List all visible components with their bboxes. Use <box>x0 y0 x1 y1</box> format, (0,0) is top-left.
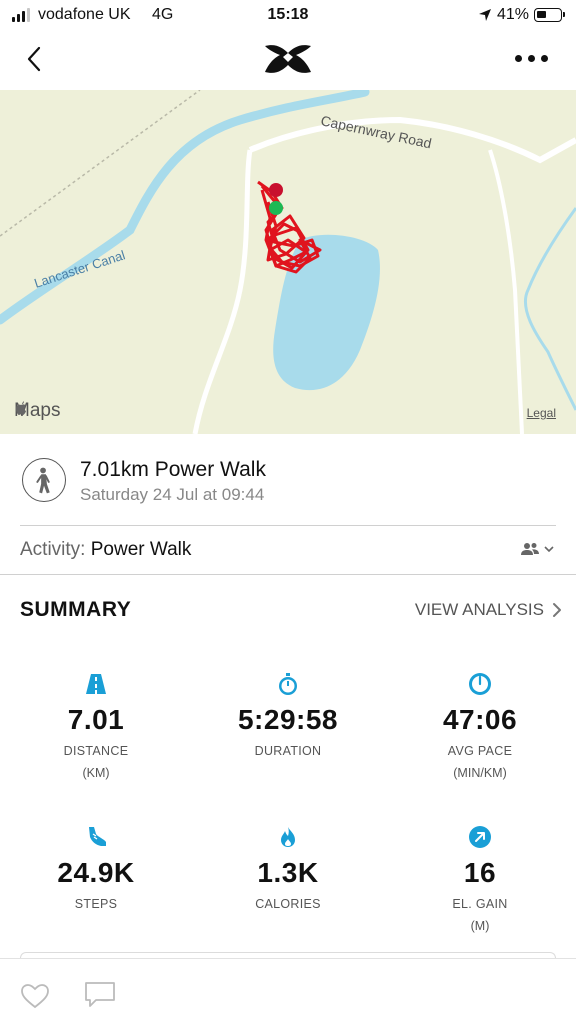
apple-logo-icon <box>16 401 26 415</box>
stat-label: DURATION <box>254 744 322 758</box>
activity-header: 7.01km Power Walk Saturday 24 Jul at 09:… <box>0 434 576 526</box>
heart-icon <box>21 984 49 1009</box>
back-button[interactable] <box>18 42 52 76</box>
stat-value: 47:06 <box>442 704 518 735</box>
comment-button[interactable] <box>84 981 116 1009</box>
stat-value: 1.3K <box>257 857 319 888</box>
distance-stat: 7.01 DISTANCE (KM) <box>0 672 192 780</box>
more-dot <box>540 54 548 62</box>
chevron-left-icon <box>27 46 41 72</box>
activity-date: Saturday 24 Jul at 09:44 <box>80 485 265 504</box>
shoe-icon <box>89 827 106 846</box>
navigation-bar <box>0 32 576 90</box>
under-armour-logo <box>265 45 311 73</box>
activity-title: 7.01km Power Walk <box>80 458 266 481</box>
stat-unit: (KM) <box>82 766 110 780</box>
legal-link[interactable]: Legal <box>527 406 556 420</box>
stat-unit: (M) <box>470 919 490 933</box>
stat-label: AVG PACE <box>447 744 513 758</box>
privacy-selector-button[interactable] <box>521 542 554 556</box>
duration-stat: 5:29:58 DURATION <box>192 672 384 758</box>
chevron-down-icon <box>544 546 554 553</box>
status-bar: vodafone UK 4G 15:18 41% <box>0 0 576 32</box>
stat-label: STEPS <box>74 897 118 911</box>
divider <box>0 574 576 575</box>
activity-type-row[interactable]: Activity: Power Walk <box>0 526 576 574</box>
view-analysis-label: VIEW ANALYSIS <box>414 600 544 619</box>
map-canvas: Capernwray Road Lancaster Canal <box>0 90 576 434</box>
activity-type-text: Activity: Power Walk <box>20 539 191 561</box>
chevron-right-icon <box>553 603 561 617</box>
battery-icon <box>534 8 565 22</box>
flame-icon <box>281 827 295 847</box>
pace-gauge-icon <box>469 673 491 695</box>
stopwatch-icon <box>279 673 297 695</box>
steps-stat: 24.9K STEPS <box>0 825 192 911</box>
stat-value: 16 <box>463 857 497 888</box>
finish-marker <box>269 183 283 197</box>
walker-icon <box>22 458 66 502</box>
bottom-action-bar <box>0 958 576 1024</box>
stat-label: EL. GAIN <box>452 897 508 911</box>
calories-stat: 1.3K CALORIES <box>192 825 384 911</box>
more-dot <box>514 54 522 62</box>
stat-label: CALORIES <box>255 897 321 911</box>
stat-value: 7.01 <box>67 704 125 735</box>
like-button[interactable] <box>20 983 50 1009</box>
view-analysis-button[interactable]: VIEW ANALYSIS <box>415 600 562 620</box>
comment-icon <box>85 982 115 1007</box>
stat-unit: (MIN/KM) <box>453 766 507 780</box>
elevation-arrow-icon <box>469 826 491 848</box>
elevation-gain-stat: 16 EL. GAIN (M) <box>384 825 576 933</box>
stat-value: 24.9K <box>57 857 135 888</box>
route-map[interactable]: Capernwray Road Lancaster Canal Maps Leg… <box>0 90 576 434</box>
road-icon <box>86 674 106 694</box>
activity-type-value: Power Walk <box>90 539 192 560</box>
battery-percentage: 41% <box>497 6 530 23</box>
apple-maps-badge: Maps <box>14 400 60 422</box>
stat-label: DISTANCE <box>63 744 129 758</box>
activity-type-label: Activity: <box>20 539 86 560</box>
more-options-button[interactable] <box>510 48 552 68</box>
location-arrow-icon <box>479 9 491 21</box>
more-dot <box>527 54 535 62</box>
stat-value: 5:29:58 <box>237 704 338 735</box>
summary-title: SUMMARY <box>20 598 132 621</box>
friends-icon <box>521 543 539 555</box>
avg-pace-stat: 47:06 AVG PACE (MIN/KM) <box>384 672 576 780</box>
start-marker <box>269 201 283 215</box>
